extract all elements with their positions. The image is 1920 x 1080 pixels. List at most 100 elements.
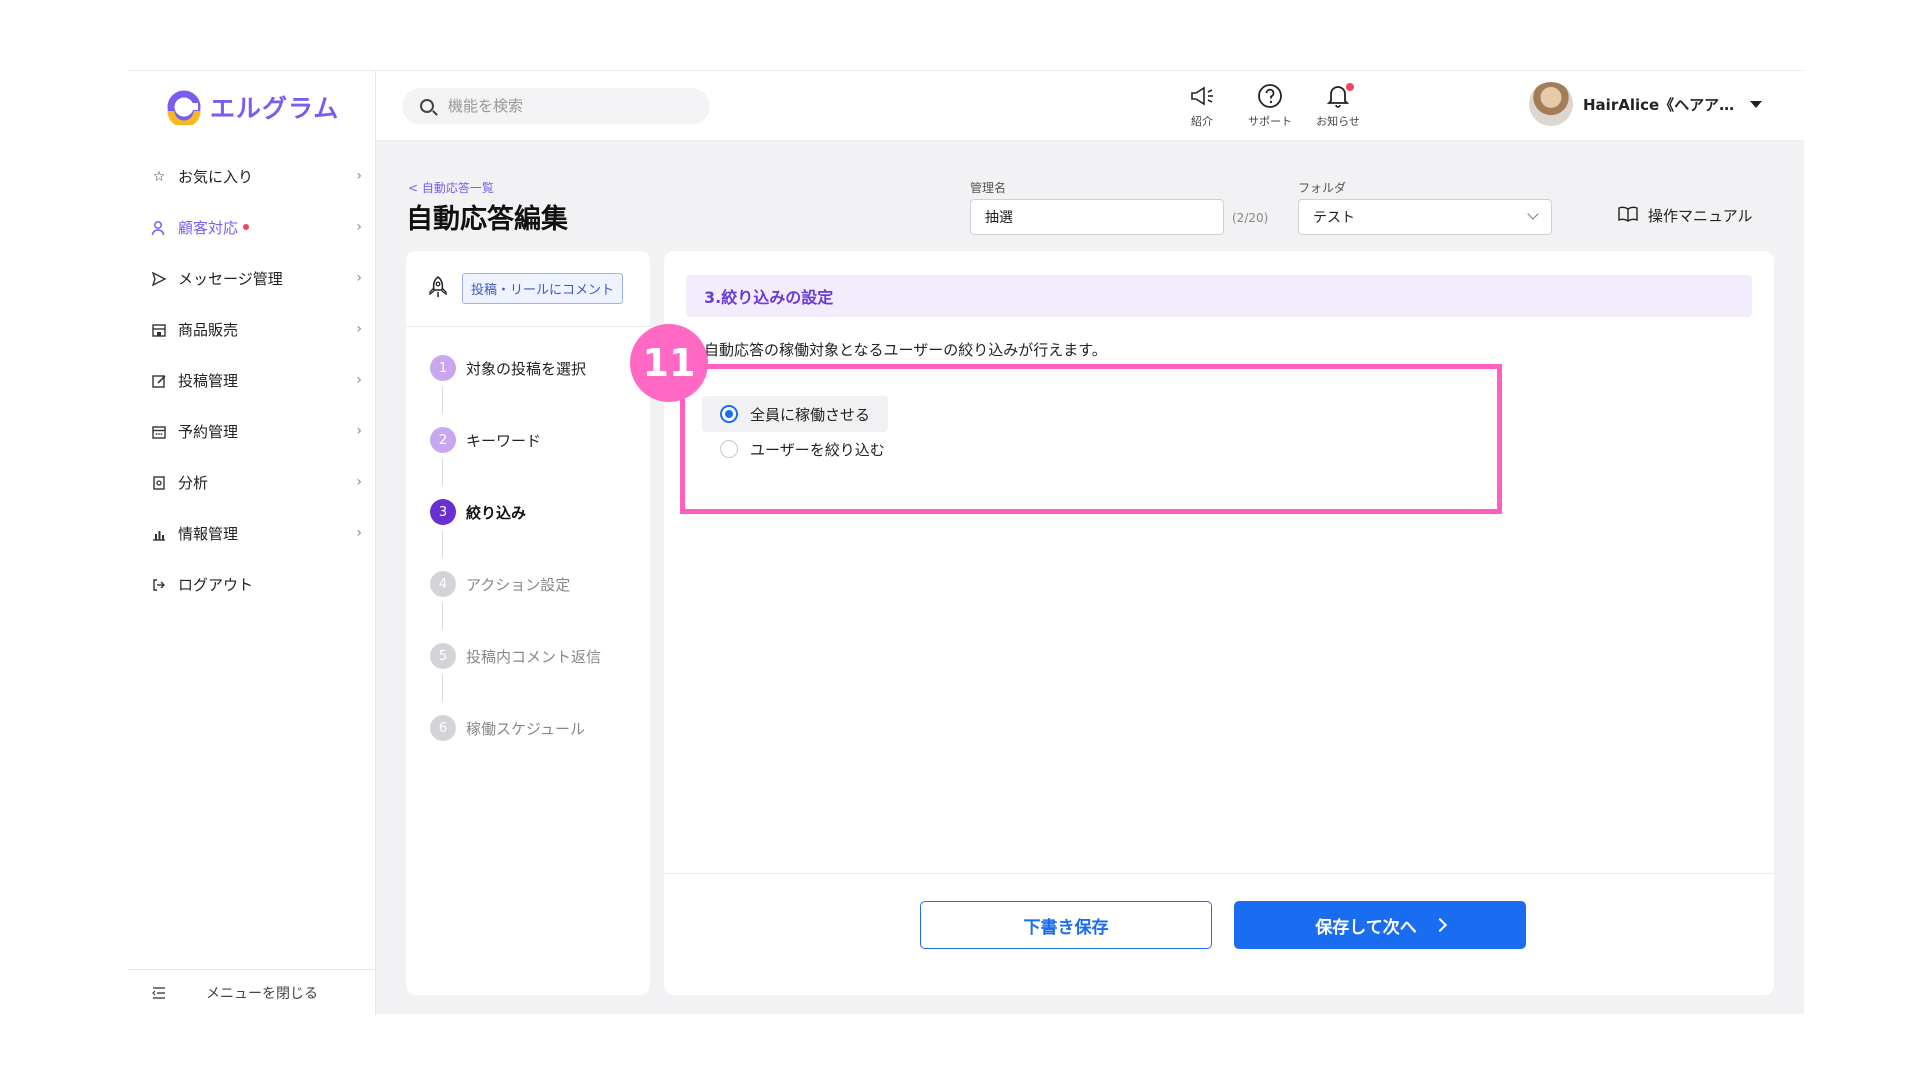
calendar-icon bbox=[150, 423, 168, 441]
trigger-type-tag: 投稿・リールにコメント bbox=[462, 273, 624, 304]
help-icon bbox=[1240, 83, 1300, 109]
breadcrumb[interactable]: < 自動応答一覧 bbox=[408, 179, 494, 196]
step-label: 稼働スケジュール bbox=[466, 719, 585, 738]
steps-panel: 投稿・リールにコメント 1 対象の投稿を選択 2 キーワード 3 絞り込み 4 … bbox=[406, 251, 650, 995]
notification-dot bbox=[1346, 83, 1354, 91]
step-4[interactable]: 4 アクション設定 bbox=[430, 571, 570, 597]
sidebar-item-favorites[interactable]: ☆ お気に入り › bbox=[128, 151, 376, 202]
step-label: 絞り込み bbox=[466, 503, 527, 522]
manual-label: 操作マニュアル bbox=[1648, 207, 1753, 225]
chevron-right-icon: › bbox=[356, 372, 362, 388]
referral-button[interactable]: 紹介 bbox=[1172, 83, 1232, 129]
bar-chart-icon bbox=[150, 525, 168, 543]
sidebar-item-label: お気に入り bbox=[178, 168, 254, 186]
sidebar-item-label: 商品販売 bbox=[178, 321, 239, 339]
chevron-right-icon: › bbox=[356, 321, 362, 337]
name-input[interactable]: 抽選 bbox=[970, 199, 1224, 235]
sidebar-item-label: 予約管理 bbox=[178, 423, 239, 441]
sidebar-item-label: 投稿管理 bbox=[178, 372, 239, 390]
logo[interactable]: エルグラム bbox=[166, 89, 339, 128]
name-field-label: 管理名 bbox=[970, 181, 1007, 195]
sidebar-item-sales[interactable]: 商品販売 › bbox=[128, 304, 376, 355]
name-char-counter: (2/20) bbox=[1232, 211, 1269, 225]
notifications-caption: お知らせ bbox=[1316, 115, 1360, 128]
chevron-right-icon: › bbox=[356, 423, 362, 439]
notifications-button[interactable]: お知らせ bbox=[1308, 83, 1368, 129]
step-2[interactable]: 2 キーワード bbox=[430, 427, 541, 453]
main-panel: 3.絞り込みの設定 自動応答の稼働対象となるユーザーの絞り込みが行えます。 全員… bbox=[664, 251, 1774, 995]
chevron-right-icon: › bbox=[356, 270, 362, 286]
support-caption: サポート bbox=[1248, 115, 1292, 128]
sidebar-item-label: 顧客対応 bbox=[178, 219, 239, 237]
step-connector bbox=[442, 675, 443, 701]
caret-down-icon bbox=[1750, 100, 1763, 108]
user-name: HairAlice《ヘアア… bbox=[1583, 95, 1735, 114]
folder-select[interactable]: テスト bbox=[1298, 199, 1552, 235]
save-draft-label: 下書き保存 bbox=[1023, 917, 1109, 938]
chevron-right-icon: › bbox=[356, 219, 362, 235]
folder-select-value: テスト bbox=[1313, 210, 1355, 226]
send-icon bbox=[150, 270, 168, 288]
footer-divider bbox=[664, 873, 1774, 874]
annotation-highlight-box bbox=[680, 364, 1502, 514]
support-button[interactable]: サポート bbox=[1240, 83, 1300, 129]
step-label: キーワード bbox=[466, 431, 542, 450]
rocket-icon bbox=[428, 275, 448, 302]
sidebar-item-info[interactable]: 情報管理 › bbox=[128, 508, 376, 559]
chevron-right-icon bbox=[1432, 917, 1447, 933]
referral-caption: 紹介 bbox=[1191, 115, 1213, 128]
sidebar-item-posts[interactable]: 投稿管理 › bbox=[128, 355, 376, 406]
user-menu[interactable]: HairAlice《ヘアア… bbox=[1529, 82, 1763, 126]
page-title: 自動応答編集 bbox=[406, 204, 568, 235]
chevron-right-icon: › bbox=[356, 168, 362, 184]
chevron-right-icon: › bbox=[356, 474, 362, 490]
sidebar-item-label: 情報管理 bbox=[178, 525, 239, 543]
step-label: 投稿内コメント返信 bbox=[466, 647, 602, 666]
logo-icon bbox=[166, 89, 202, 128]
chevron-right-icon: › bbox=[356, 525, 362, 541]
store-icon bbox=[150, 321, 168, 339]
top-header: 紹介 サポート お知らせ HairAlice《ヘアア… bbox=[376, 71, 1804, 141]
logout-icon bbox=[150, 576, 168, 594]
step-3[interactable]: 3 絞り込み bbox=[430, 499, 526, 525]
step-connector bbox=[442, 459, 443, 485]
sidebar-item-customer[interactable]: 顧客対応 › bbox=[128, 202, 376, 253]
folder-field-label: フォルダ bbox=[1298, 181, 1347, 195]
search-input[interactable] bbox=[448, 97, 688, 115]
collapse-menu-button[interactable]: メニューを閉じる bbox=[128, 969, 376, 1015]
sidebar-item-analytics[interactable]: 分析 › bbox=[128, 457, 376, 508]
step-connector bbox=[442, 531, 443, 557]
step-number: 1 bbox=[430, 355, 456, 381]
search-box[interactable] bbox=[402, 88, 710, 124]
step-5[interactable]: 5 投稿内コメント返信 bbox=[430, 643, 601, 669]
step-connector bbox=[442, 603, 443, 629]
steps-header: 投稿・リールにコメント bbox=[406, 251, 650, 327]
manual-link[interactable]: 操作マニュアル bbox=[1618, 205, 1753, 226]
sidebar-item-reservations[interactable]: 予約管理 › bbox=[128, 406, 376, 457]
sidebar-item-messages[interactable]: メッセージ管理 › bbox=[128, 253, 376, 304]
section-title: 3.絞り込みの設定 bbox=[686, 275, 1752, 317]
save-draft-button[interactable]: 下書き保存 bbox=[920, 901, 1212, 949]
megaphone-icon bbox=[1172, 83, 1232, 109]
collapse-menu-label: メニューを閉じる bbox=[206, 985, 318, 1002]
step-number: 3 bbox=[430, 499, 456, 525]
sidebar-item-logout[interactable]: ログアウト bbox=[128, 559, 376, 610]
section-description: 自動応答の稼働対象となるユーザーの絞り込みが行えます。 bbox=[704, 341, 1107, 359]
save-next-label: 保存して次へ bbox=[1315, 917, 1417, 938]
sidebar-item-label: ログアウト bbox=[178, 576, 254, 594]
step-number: 6 bbox=[430, 715, 456, 741]
sidebar-nav: ☆ お気に入り › 顧客対応 › メッセージ管理 › 商品販売 › 投稿管理 ›… bbox=[128, 151, 376, 610]
notification-dot bbox=[243, 223, 250, 230]
step-connector bbox=[442, 387, 443, 413]
step-6[interactable]: 6 稼働スケジュール bbox=[430, 715, 585, 741]
step-number: 4 bbox=[430, 571, 456, 597]
sidebar: エルグラム ☆ お気に入り › 顧客対応 › メッセージ管理 › 商品販売 › … bbox=[128, 71, 376, 1015]
book-icon bbox=[1618, 206, 1638, 226]
step-number: 5 bbox=[430, 643, 456, 669]
bell-icon bbox=[1308, 83, 1368, 109]
annotation-step-badge: 11 bbox=[630, 324, 708, 402]
save-next-button[interactable]: 保存して次へ bbox=[1234, 901, 1526, 949]
search-icon bbox=[420, 99, 434, 113]
sidebar-item-label: メッセージ管理 bbox=[178, 270, 283, 288]
step-1[interactable]: 1 対象の投稿を選択 bbox=[430, 355, 586, 381]
